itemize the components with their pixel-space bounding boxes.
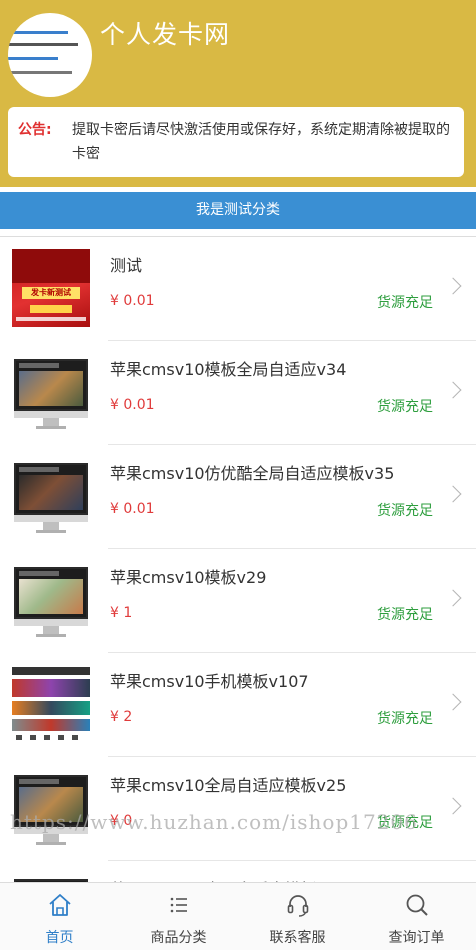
product-price: ¥ 0.01 bbox=[110, 293, 155, 309]
product-thumbnail bbox=[12, 665, 90, 743]
tab-label: 商品分类 bbox=[150, 930, 207, 946]
product-thumbnail bbox=[12, 769, 90, 847]
product-thumbnail bbox=[12, 457, 90, 535]
product-item[interactable]: 苹果cmsv10仿优酷全局自适应模板v35 ¥ 0.01 货源充足 bbox=[0, 445, 476, 549]
product-price: ¥ 0.01 bbox=[110, 501, 155, 517]
headset-icon bbox=[287, 895, 309, 917]
product-name: 苹果cmsv10模板v29 bbox=[110, 568, 267, 587]
category-title[interactable]: 我是测试分类 bbox=[0, 192, 476, 229]
product-item[interactable]: 苹果cmsv10模板全局自适应v34 ¥ 0.01 货源充足 bbox=[0, 341, 476, 445]
watermark: https://www.huzhan.com/ishop17206 bbox=[10, 810, 418, 834]
product-list: 发卡新测试 测试 ¥ 0.01 货源充足 苹果cmsv10模板全局自适应v34 … bbox=[0, 237, 476, 950]
product-name: 苹果cmsv10手机模板v107 bbox=[110, 672, 309, 691]
chevron-right-icon bbox=[444, 277, 462, 295]
product-name: 苹果cmsv10仿优酷全局自适应模板v35 bbox=[110, 464, 395, 483]
product-thumbnail: 发卡新测试 bbox=[12, 249, 90, 327]
product-price: ¥ 1 bbox=[110, 605, 133, 621]
chevron-right-icon bbox=[444, 797, 462, 815]
search-icon bbox=[406, 894, 428, 916]
list-icon bbox=[170, 897, 187, 913]
product-stock: 货源充足 bbox=[377, 295, 433, 311]
tab-label: 联系客服 bbox=[269, 930, 326, 946]
product-stock: 货源充足 bbox=[377, 607, 433, 623]
product-item[interactable]: 发卡新测试 测试 ¥ 0.01 货源充足 bbox=[0, 237, 476, 341]
product-item[interactable]: 苹果cmsv10模板v29 ¥ 1 货源充足 bbox=[0, 549, 476, 653]
chevron-right-icon bbox=[444, 693, 462, 711]
chevron-right-icon bbox=[444, 485, 462, 503]
header: 个人发卡网 公告: 提取卡密后请尽快激活使用或保存好，系统定期清除被提取的卡密 bbox=[0, 0, 476, 187]
product-stock: 货源充足 bbox=[377, 399, 433, 415]
product-name: 苹果cmsv10全局自适应模板v25 bbox=[110, 776, 347, 795]
home-icon bbox=[49, 894, 71, 916]
product-thumbnail bbox=[12, 561, 90, 639]
site-logo[interactable] bbox=[8, 13, 92, 97]
product-stock: 货源充足 bbox=[377, 711, 433, 727]
notice-box: 公告: 提取卡密后请尽快激活使用或保存好，系统定期清除被提取的卡密 bbox=[8, 107, 464, 177]
tab-order-lookup[interactable]: 查询订单 bbox=[357, 883, 476, 950]
chevron-right-icon bbox=[444, 589, 462, 607]
thumb-banner: 发卡新测试 bbox=[22, 287, 80, 299]
product-price: ¥ 0.01 bbox=[110, 397, 155, 413]
notice-label: 公告: bbox=[18, 122, 52, 138]
product-item[interactable]: 苹果cmsv10全局自适应模板v25 ¥ 0 货源充足 bbox=[0, 757, 476, 861]
tab-label: 首页 bbox=[45, 930, 74, 946]
bottom-tab-bar: 首页 商品分类 联系客服 查询订单 bbox=[0, 882, 476, 950]
chevron-right-icon bbox=[444, 381, 462, 399]
product-name: 苹果cmsv10模板全局自适应v34 bbox=[110, 360, 347, 379]
tab-label: 查询订单 bbox=[388, 930, 445, 946]
product-thumbnail bbox=[12, 353, 90, 431]
site-title: 个人发卡网 bbox=[100, 20, 231, 49]
notice-text: 提取卡密后请尽快激活使用或保存好，系统定期清除被提取的卡密 bbox=[72, 122, 450, 162]
tab-home[interactable]: 首页 bbox=[0, 883, 119, 950]
product-stock: 货源充足 bbox=[377, 503, 433, 519]
product-name: 测试 bbox=[110, 256, 143, 275]
tab-categories[interactable]: 商品分类 bbox=[119, 883, 238, 950]
product-item[interactable]: 苹果cmsv10手机模板v107 ¥ 2 货源充足 bbox=[0, 653, 476, 757]
tab-support[interactable]: 联系客服 bbox=[238, 883, 357, 950]
product-price: ¥ 2 bbox=[110, 709, 133, 725]
